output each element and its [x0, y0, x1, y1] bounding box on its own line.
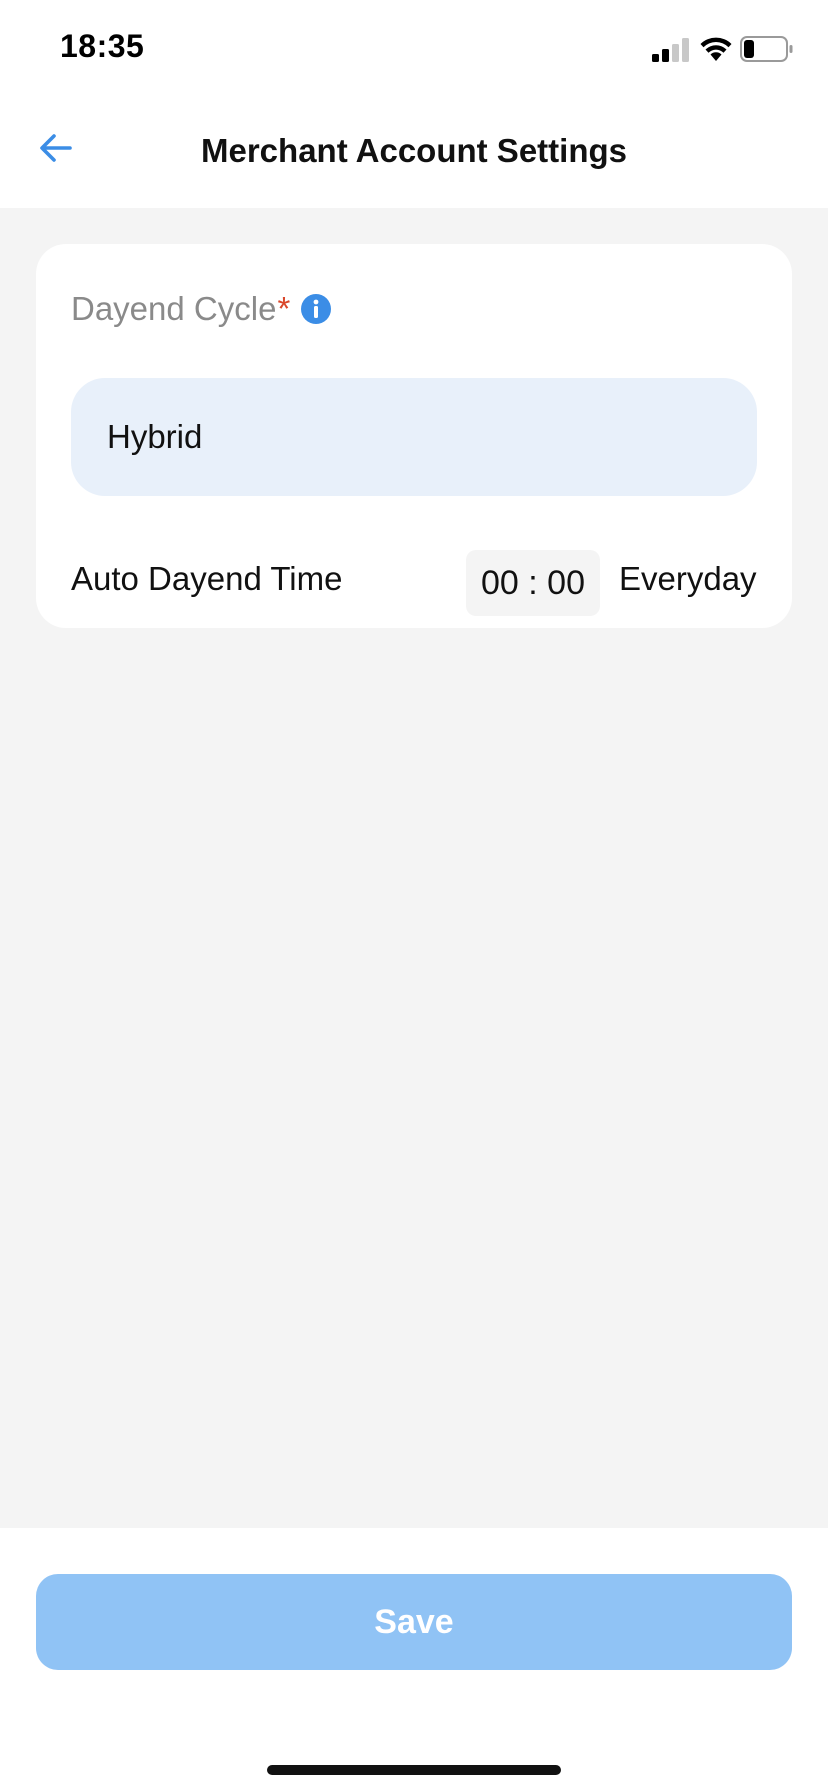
- content-area: Dayend Cycle * Hybrid Auto Dayend Time 00…: [0, 208, 828, 1528]
- dayend-cycle-select[interactable]: Hybrid: [71, 378, 757, 496]
- home-indicator: [267, 1765, 561, 1775]
- wifi-icon: [700, 37, 732, 61]
- merchant-account-settings-screen: 18:35 Merchant Account Settings Dayend C…: [0, 0, 828, 1792]
- auto-dayend-frequency: Everyday: [619, 560, 757, 597]
- battery-icon: [740, 36, 793, 62]
- navigation-bar: Merchant Account Settings: [0, 100, 828, 208]
- auto-dayend-time-label: Auto Dayend Time: [71, 560, 343, 597]
- auto-dayend-time-picker[interactable]: 00 : 00: [466, 550, 600, 616]
- save-button[interactable]: Save: [36, 1574, 792, 1670]
- required-mark: *: [277, 290, 291, 327]
- settings-card: Dayend Cycle * Hybrid Auto Dayend Time 00…: [36, 244, 792, 628]
- status-time: 18:35: [60, 28, 145, 64]
- info-icon[interactable]: [300, 293, 332, 325]
- status-bar: 18:35: [0, 0, 828, 100]
- dayend-cycle-label-text: Dayend Cycle: [71, 290, 277, 327]
- signal-icon: [652, 38, 689, 62]
- dayend-cycle-label: Dayend Cycle *: [71, 290, 332, 328]
- page-title: Merchant Account Settings: [201, 132, 627, 169]
- footer: Save: [0, 1528, 828, 1792]
